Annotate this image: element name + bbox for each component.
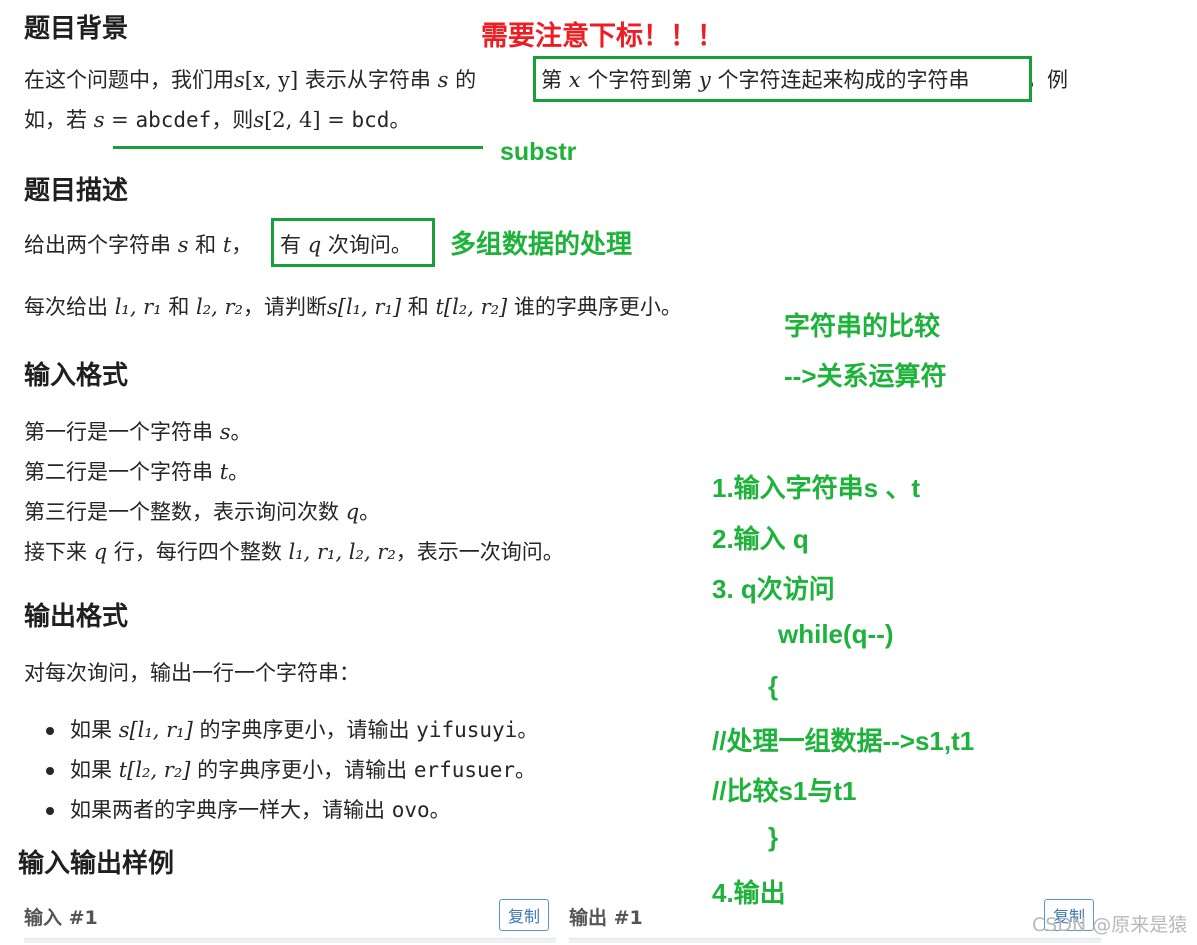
annotation-while-loop: while(q--) xyxy=(778,619,894,649)
annotation-compare-2: -->关系运算符 xyxy=(784,361,947,391)
underline-example xyxy=(113,146,483,149)
annotation-compare-1: 字符串的比较 xyxy=(784,311,941,341)
math-s-range: s[l₁, r₁] xyxy=(326,295,402,319)
text: 如果 xyxy=(70,718,112,742)
annotation-brace-open: { xyxy=(768,671,779,701)
input-line-1: 第一行是一个字符串 s。 xyxy=(24,416,251,446)
section-title-input: 输入格式 xyxy=(24,361,129,391)
text: 谁的字典序更小。 xyxy=(513,295,682,319)
text: ， xyxy=(231,233,253,257)
text: 。 xyxy=(517,718,539,742)
input-line-2: 第二行是一个字符串 t。 xyxy=(24,456,249,486)
annotation-substr: substr xyxy=(500,138,577,166)
math-s: s xyxy=(219,420,231,444)
annotation-step-3: 3. q次访问 xyxy=(712,574,835,604)
math-t: t xyxy=(219,460,229,484)
section-title-output: 输出格式 xyxy=(24,602,129,632)
text: 。 xyxy=(230,420,252,444)
annotation-step-4: 4.输出 xyxy=(712,878,786,908)
annotation-process: //处理一组数据-->s1,t1 xyxy=(712,726,975,756)
math-t-range: t[l₂, r₂] xyxy=(435,295,508,319)
math-s: s xyxy=(177,233,189,257)
text: 的字典序更小，请输出 xyxy=(197,758,408,782)
input-line-4: 接下来 q 行，每行四个整数 l₁, r₁, l₂, r₂，表示一次询问。 xyxy=(24,536,564,566)
text: 。 xyxy=(389,108,411,132)
code-abcdef: abcdef xyxy=(135,108,212,132)
annotation-compare: //比较s1与t1 xyxy=(712,776,857,806)
text: 第一行是一个字符串 xyxy=(24,420,213,444)
code-yifusuyi: yifusuyi xyxy=(416,718,518,742)
text: 。 xyxy=(515,758,536,782)
text: 。 xyxy=(228,460,250,484)
highlight-box-queries xyxy=(271,218,435,267)
text: 和 xyxy=(168,295,190,319)
annotation-brace-close: } xyxy=(768,822,779,852)
annotation-multi-group: 多组数据的处理 xyxy=(450,229,633,259)
code-ovo: ovo xyxy=(391,798,430,822)
code-erfusuer: erfusuer xyxy=(413,758,515,782)
math-s-range: s[l₁, r₁] xyxy=(118,718,193,742)
sample-input-label: 输入 #1 xyxy=(24,907,98,929)
text: 的 xyxy=(455,68,477,92)
text: 的字典序更小，请输出 xyxy=(199,718,410,742)
text: 如果 xyxy=(70,758,112,782)
text: 。 xyxy=(429,798,451,822)
sample-input-box xyxy=(24,938,556,943)
math-s: s xyxy=(253,108,265,132)
list-item: 如果 t[l₂, r₂] 的字典序更小，请输出 erfusuer。 xyxy=(24,750,538,790)
text: 。 xyxy=(359,500,381,524)
watermark: CSDN @原来是猿 xyxy=(1032,914,1188,936)
math-eq: = xyxy=(111,108,129,132)
section-title-samples: 输入输出样例 xyxy=(18,849,175,879)
highlight-box-substring-def xyxy=(533,56,1032,102)
background-line-2: 如，若 s = abcdef，则s[2, 4] = bcd。 xyxy=(24,104,410,134)
description-line-1: 给出两个字符串 s 和 t， xyxy=(24,229,252,259)
text: 第三行是一个整数，表示询问次数 xyxy=(24,500,339,524)
section-title-background: 题目背景 xyxy=(24,14,129,44)
text: ，则 xyxy=(211,108,254,132)
sample-output-label: 输出 #1 xyxy=(569,907,643,929)
text: 表示从字符串 xyxy=(304,68,431,92)
text: 如，若 xyxy=(24,108,87,132)
text: 和 xyxy=(195,233,217,257)
text: 第二行是一个字符串 xyxy=(24,460,213,484)
annotation-step-2: 2.输入 q xyxy=(712,524,809,554)
text: 给出两个字符串 xyxy=(24,233,171,257)
text: 如果两者的字典序一样大，请输出 xyxy=(70,798,385,822)
math-q: q xyxy=(93,540,108,564)
list-item: 如果 s[l₁, r₁] 的字典序更小，请输出 yifusuyi。 xyxy=(24,710,538,750)
math-l1-r1: l₁, r₁ xyxy=(114,295,162,319)
math-s: s xyxy=(234,68,245,92)
output-intro: 对每次询问，输出一行一个字符串： xyxy=(24,661,360,685)
annotation-index-note: 需要注意下标！！！ xyxy=(481,21,724,51)
math-s: s xyxy=(437,68,449,92)
math-index: [2, 4] = xyxy=(264,108,345,132)
code-bcd: bcd xyxy=(351,108,390,132)
text: 接下来 xyxy=(24,540,87,564)
text: 行，每行四个整数 xyxy=(113,540,282,564)
list-item: 如果两者的字典序一样大，请输出 ovo。 xyxy=(24,790,538,830)
background-line-1-end: ，例 xyxy=(1026,68,1068,92)
math-query-vars: l₁, r₁, l₂, r₂ xyxy=(288,540,396,564)
math-l2-r2: l₂, r₂ xyxy=(196,295,243,319)
math-q: q xyxy=(345,500,360,524)
copy-input-button[interactable]: 复制 xyxy=(499,899,550,931)
math-range: [x, y] xyxy=(244,68,299,92)
input-line-3: 第三行是一个整数，表示询问次数 q。 xyxy=(24,496,380,526)
sample-output-box xyxy=(569,938,1101,943)
background-line-1: 在这个问题中，我们用s[x, y] 表示从字符串 s 的 xyxy=(24,64,476,94)
text: ，请判断 xyxy=(242,295,327,319)
text: ，表示一次询问。 xyxy=(395,540,564,564)
text: 在这个问题中，我们用 xyxy=(24,68,234,92)
text: 和 xyxy=(407,295,429,319)
output-rules-list: 如果 s[l₁, r₁] 的字典序更小，请输出 yifusuyi。 如果 t[l… xyxy=(24,710,538,830)
description-line-2: 每次给出 l₁, r₁ 和 l₂, r₂，请判断s[l₁, r₁] 和 t[l₂… xyxy=(24,291,682,321)
annotation-step-1: 1.输入字符串s 、t xyxy=(712,473,921,503)
section-title-description: 题目描述 xyxy=(24,176,129,206)
math-s: s xyxy=(93,108,105,132)
math-t-range: t[l₂, r₂] xyxy=(118,758,191,782)
text: 每次给出 xyxy=(24,295,108,319)
